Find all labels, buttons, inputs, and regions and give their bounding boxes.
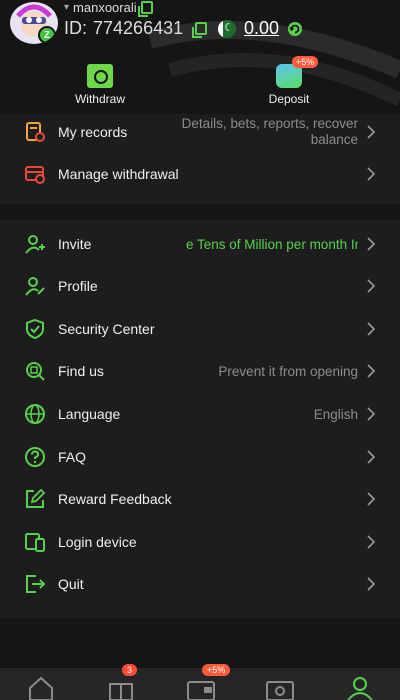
chevron-right-icon [367,535,376,549]
menu-item-language[interactable]: Language English [0,394,400,434]
find-search-icon [26,362,45,381]
withdraw-label: Withdraw [74,92,125,106]
nav-ticket-icon[interactable] [265,674,295,700]
menu-item-profile[interactable]: Profile [0,266,400,306]
menu-label: Quit [58,576,84,592]
id-label: ID: [64,18,88,38]
gift-icon [109,683,133,700]
menu-item-login-device[interactable]: Login device [0,522,400,562]
invite-user-icon [25,235,45,254]
menu-item-reward-feedback[interactable]: Reward Feedback [0,479,400,519]
menu-value: Details, bets, reports, recover balance [182,116,358,148]
user-id-row: ID: 774266431 [64,18,208,39]
records-desc-line1: Details, bets, reports, recover [181,116,358,131]
menu-label: Manage withdrawal [58,166,179,182]
deposit-button[interactable]: +5% Deposit [239,56,339,106]
deposit-label: Deposit [268,92,310,106]
account-header: Z ▾ manxoorali ID: 774266431 0.00 Withdr… [0,0,400,118]
settings-section: Invite e Tens of Million per month Inc P… [0,220,400,618]
chevron-right-icon [367,322,376,336]
records-section: My records Details, bets, reports, recov… [0,114,400,204]
user-id-value: 774266431 [93,18,184,38]
withdrawal-card-icon [25,166,45,184]
menu-label: Find us [58,363,104,379]
menu-item-quit[interactable]: Quit [0,564,400,604]
menu-label: FAQ [58,449,87,465]
username-row: ▾ manxoorali [64,0,153,17]
wallet-icon [187,681,215,700]
invite-promo-marquee: e Tens of Million per month Inc [186,236,358,252]
edit-feedback-icon [26,488,46,508]
bottom-nav: 3 +5% [0,664,400,700]
balance-amount[interactable]: 0.00 [244,18,279,39]
withdraw-icon [87,64,113,88]
withdraw-button[interactable]: Withdraw [50,64,150,106]
menu-item-find-us[interactable]: Find us Prevent it from opening [0,351,400,391]
device-icon [25,533,45,552]
refresh-balance-icon[interactable] [287,21,303,37]
menu-item-invite[interactable]: Invite e Tens of Million per month Inc [0,224,400,264]
chevron-right-icon [367,125,376,139]
profile-icon [25,277,45,296]
chevron-right-icon [367,237,376,251]
chevron-right-icon [367,279,376,293]
pakistan-flag-icon [218,19,236,38]
menu-item-my-records[interactable]: My records Details, bets, reports, recov… [0,112,400,152]
menu-value: English [313,406,358,422]
menu-value: Prevent it from opening [218,363,358,379]
shield-icon [26,318,44,340]
chevron-right-icon [367,167,376,181]
chevron-right-icon [367,364,376,378]
deposit-bonus-badge: +5% [292,56,319,68]
caret-down-icon: ▾ [64,2,70,13]
logout-icon [26,575,46,593]
menu-item-manage-withdrawal[interactable]: Manage withdrawal [0,154,400,194]
menu-label: Profile [58,278,98,294]
avatar[interactable]: Z [10,2,58,44]
menu-label: Language [58,406,121,422]
gift-count-badge: 3 [122,664,138,676]
menu-item-faq[interactable]: FAQ [0,437,400,477]
chevron-right-icon [367,407,376,421]
quick-actions: Withdraw +5% Deposit [0,56,400,114]
avatar-level-badge: Z [38,26,56,44]
menu-label: Security Center [58,321,155,337]
globe-icon [25,404,45,424]
menu-label: Invite [58,236,92,252]
records-icon [26,122,45,142]
nav-home-icon[interactable] [26,674,56,700]
records-desc-line2: balance [310,132,358,147]
nav-gift[interactable]: 3 [106,664,138,700]
chevron-right-icon [367,450,376,464]
copy-username-icon[interactable] [137,1,153,17]
deposit-icon: +5% [276,56,319,88]
menu-label: Reward Feedback [58,491,172,507]
balance-row: 0.00 [218,18,303,39]
chevron-right-icon [367,492,376,506]
menu-item-security-center[interactable]: Security Center [0,309,400,349]
question-icon [25,447,45,467]
menu-label: Login device [58,534,137,550]
wallet-bonus-badge: +5% [202,664,231,676]
chevron-right-icon [367,577,376,591]
username: manxoorali [73,0,137,15]
menu-label: My records [58,124,128,140]
nav-wallet[interactable]: +5% [186,664,231,700]
copy-id-icon[interactable] [192,22,208,38]
nav-account-icon[interactable] [345,674,375,700]
